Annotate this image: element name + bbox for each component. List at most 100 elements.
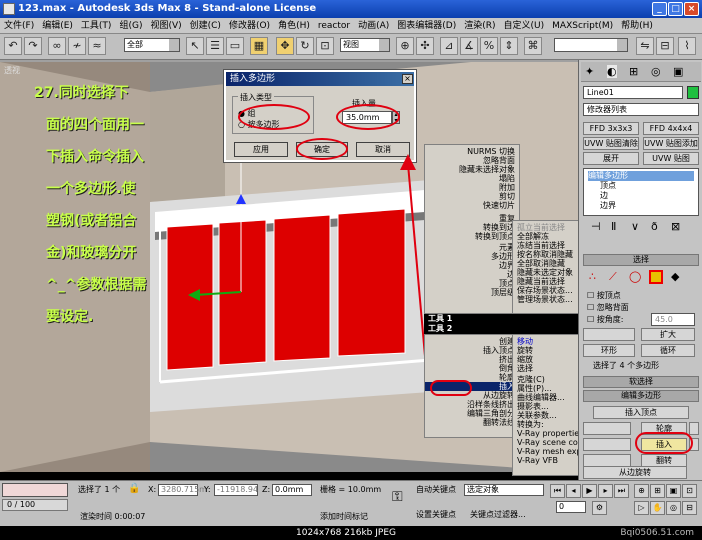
z-coord-input[interactable]: 0.0mm	[272, 484, 312, 496]
menu-create[interactable]: 创建(C)	[186, 18, 225, 34]
menu-views[interactable]: 视图(V)	[146, 18, 185, 34]
stack-border[interactable]: 边界	[588, 201, 694, 211]
menu-reactor[interactable]: reactor	[314, 18, 354, 34]
time-slider[interactable]	[2, 483, 68, 497]
named-selection-icon[interactable]: ⌘	[524, 37, 542, 55]
qm-edge[interactable]: 边	[425, 270, 519, 279]
menu-help[interactable]: 帮助(H)	[617, 18, 657, 34]
qm-repeat[interactable]: 重复	[425, 214, 519, 223]
move-icon[interactable]: ✥	[276, 37, 294, 55]
ring-button[interactable]: 环形	[583, 344, 635, 357]
rect-selection-icon[interactable]: ▭	[226, 37, 244, 55]
bevel-button[interactable]	[583, 438, 631, 451]
menu-edit[interactable]: 编辑(E)	[38, 18, 77, 34]
prev-frame-icon[interactable]: ◂	[566, 484, 581, 498]
qm-vertex[interactable]: 顶点	[425, 279, 519, 288]
menu-maxscript[interactable]: MAXScript(M)	[548, 18, 617, 34]
mirror-icon[interactable]: ⇋	[636, 37, 654, 55]
ffd333-button[interactable]: FFD 3x3x3	[583, 122, 639, 135]
remove-modifier-icon[interactable]: ð	[651, 220, 658, 233]
x-coord-input[interactable]: 3280.715m	[158, 484, 207, 496]
menu-animation[interactable]: 动画(A)	[354, 18, 393, 34]
timeline-frame[interactable]: 0 / 100	[2, 499, 68, 511]
qm-ignore-backfacing[interactable]: 忽略背面	[425, 156, 519, 165]
extrude-button[interactable]	[583, 422, 631, 435]
spinner-snap-icon[interactable]: ⇕	[500, 37, 518, 55]
menu-character[interactable]: 角色(H)	[274, 18, 314, 34]
zoom-icon[interactable]: ⊕	[634, 484, 649, 498]
current-frame-input[interactable]: 0	[556, 501, 586, 513]
qm-create[interactable]: 创建	[425, 337, 519, 346]
ignore-backfacing-checkbox[interactable]: ☐ 忽略背面	[587, 302, 629, 313]
pan-icon[interactable]: ✋	[650, 501, 665, 515]
selection-filter-combo[interactable]: 全部	[124, 38, 180, 52]
modifier-list-combo[interactable]: 修改器列表	[583, 103, 699, 116]
qm-cut[interactable]: 剪切	[425, 192, 519, 201]
next-frame-icon[interactable]: ▸	[598, 484, 613, 498]
goto-start-icon[interactable]: ⏮	[550, 484, 565, 498]
dialog-close-icon[interactable]: ×	[402, 74, 413, 84]
configure-sets-icon[interactable]: ⊠	[671, 220, 680, 233]
show-end-result-icon[interactable]: Ⅱ	[611, 220, 616, 233]
window-crossing-icon[interactable]: ▦	[250, 37, 268, 55]
lock-icon[interactable]: 🔒	[128, 483, 140, 495]
time-config-icon[interactable]: ⚙	[592, 501, 607, 515]
scale-icon[interactable]: ⊡	[316, 37, 334, 55]
undo-icon[interactable]: ↶	[4, 37, 22, 55]
bind-spacewarp-icon[interactable]: ≈	[88, 37, 106, 55]
qm-collapse[interactable]: 塌陷	[425, 174, 519, 183]
qm-polygon[interactable]: 多边形	[425, 252, 519, 261]
menu-rendering[interactable]: 渲染(R)	[460, 18, 499, 34]
qm-hide-unselected[interactable]: 隐藏未选择对象	[425, 165, 519, 174]
display-tab-icon[interactable]: ▣	[673, 65, 683, 78]
selection-rollout-header[interactable]: 选择	[583, 254, 699, 266]
apply-button[interactable]: 应用	[234, 142, 288, 157]
zoom-extents-all-icon[interactable]: ⊡	[682, 484, 697, 498]
grow-button[interactable]: 扩大	[641, 328, 695, 341]
shrink-button[interactable]	[583, 328, 635, 341]
uvw-add-button[interactable]: UVW 贴图添加	[643, 137, 699, 150]
qm-convert-to-vertex[interactable]: 转换到顶点	[425, 232, 519, 241]
angle-snap-icon[interactable]: ∡	[460, 37, 478, 55]
menu-file[interactable]: 文件(F)	[0, 18, 38, 34]
qm-insert-vertex[interactable]: 插入顶点	[425, 346, 519, 355]
unwrap-button[interactable]: 展开	[583, 152, 639, 165]
reference-coord-combo[interactable]: 视图	[340, 38, 390, 52]
snap-icon[interactable]: ⊿	[440, 37, 458, 55]
menu-modifiers[interactable]: 修改器(O)	[225, 18, 274, 34]
vertex-mode-icon[interactable]: ∴	[589, 270, 596, 283]
orbit-icon[interactable]: ◎	[666, 501, 681, 515]
select-manipulate-icon[interactable]: ✣	[416, 37, 434, 55]
loop-button[interactable]: 循环	[641, 344, 695, 357]
goto-end-icon[interactable]: ⏭	[614, 484, 629, 498]
qm-extrude[interactable]: 挤出	[425, 355, 519, 364]
object-name-input[interactable]: Line01	[583, 86, 683, 99]
modify-tab-icon[interactable]: ◐	[607, 65, 617, 78]
menu-tools[interactable]: 工具(T)	[77, 18, 116, 34]
insert-vertex-button[interactable]: 插入顶点	[593, 406, 689, 419]
qm-top-level[interactable]: 顶层级	[425, 288, 519, 297]
menu-group[interactable]: 组(G)	[115, 18, 146, 34]
zoom-all-icon[interactable]: ⊞	[650, 484, 665, 498]
by-angle-input[interactable]: 45.0	[651, 313, 695, 326]
key-filters-button[interactable]: 关键点过滤器...	[470, 509, 526, 521]
unlink-icon[interactable]: ≁	[68, 37, 86, 55]
qm-edit-triangulation[interactable]: 编辑三角剖分	[425, 409, 519, 418]
selected-set-combo[interactable]: 选定对象	[464, 484, 544, 496]
maximize-viewport-icon[interactable]: ⊟	[682, 501, 697, 515]
qm-extrude-along-spline[interactable]: 沿样条线挤出	[425, 400, 519, 409]
ffd444-button[interactable]: FFD 4x4x4	[643, 122, 699, 135]
percent-snap-icon[interactable]: %	[480, 37, 498, 55]
minimize-button[interactable]: _	[652, 2, 667, 16]
select-by-name-icon[interactable]: ☰	[206, 37, 224, 55]
uvw-clear-button[interactable]: UVW 贴图清除	[583, 137, 639, 150]
element-mode-icon[interactable]: ◆	[671, 270, 679, 283]
qm-attach[interactable]: 附加	[425, 183, 519, 192]
rotate-icon[interactable]: ↻	[296, 37, 314, 55]
make-unique-icon[interactable]: ∨	[631, 220, 639, 233]
fov-icon[interactable]: ▷	[634, 501, 649, 515]
by-angle-checkbox[interactable]: ☐ 按角度:	[587, 314, 623, 325]
pin-stack-icon[interactable]: ⊣	[591, 220, 601, 233]
hierarchy-tab-icon[interactable]: ⊞	[629, 65, 638, 78]
key-icon[interactable]: ⚿	[392, 490, 403, 504]
